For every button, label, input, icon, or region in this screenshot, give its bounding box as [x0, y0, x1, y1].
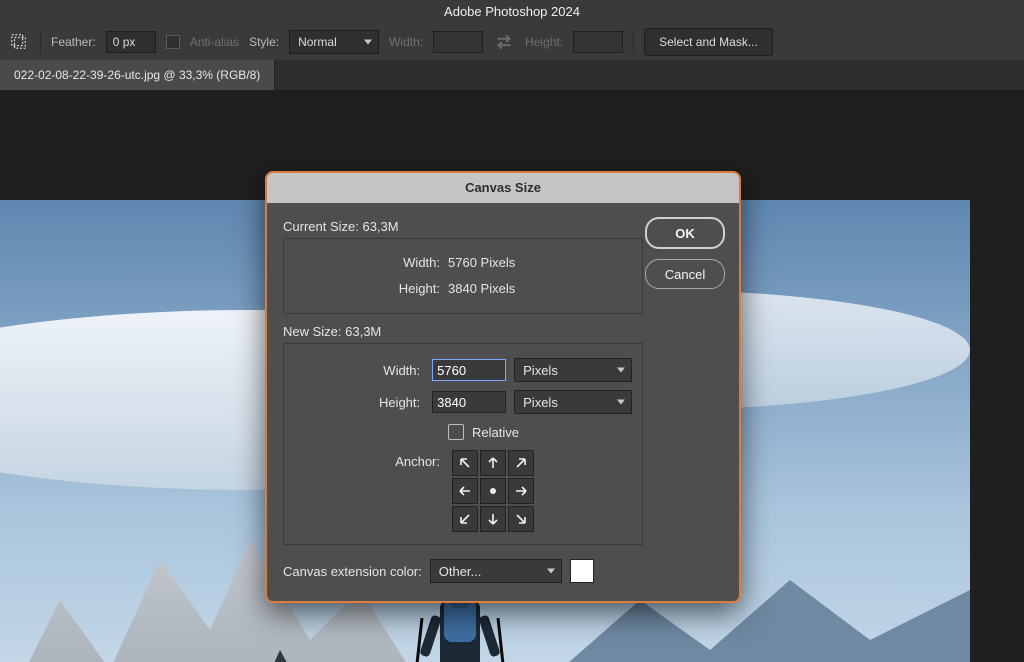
select-and-mask-label: Select and Mask... — [659, 35, 758, 49]
new-height-label: Height: — [294, 395, 424, 410]
antialias-label: Anti-alias — [190, 35, 239, 49]
anchor-nw[interactable] — [452, 450, 478, 476]
anchor-ne[interactable] — [508, 450, 534, 476]
divider — [40, 30, 41, 54]
new-size-heading: New Size: 63,3M — [283, 324, 643, 339]
current-height-label: Height: — [294, 281, 448, 296]
feather-label: Feather: — [51, 35, 96, 49]
app-title: Adobe Photoshop 2024 — [0, 0, 1024, 24]
dot-icon — [490, 488, 496, 494]
anchor-sw[interactable] — [452, 506, 478, 532]
current-size-group: Width: 5760 Pixels Height: 3840 Pixels — [283, 238, 643, 314]
cancel-button-label: Cancel — [665, 267, 705, 282]
options-bar: Feather: Anti-alias Style: Normal Width:… — [0, 24, 1024, 61]
canvas-size-dialog: Canvas Size OK Cancel Current Size: 63,3… — [265, 171, 741, 603]
style-select-value: Normal — [298, 35, 337, 49]
antialias-checkbox — [166, 35, 180, 49]
new-height-unit-value: Pixels — [523, 395, 558, 410]
relative-label: Relative — [472, 425, 519, 440]
anchor-grid — [452, 450, 534, 532]
marquee-tool-icon[interactable] — [8, 31, 30, 53]
style-label: Style: — [249, 35, 279, 49]
anchor-n[interactable] — [480, 450, 506, 476]
chevron-down-icon — [364, 40, 372, 45]
anchor-e[interactable] — [508, 478, 534, 504]
anchor-center[interactable] — [480, 478, 506, 504]
style-select[interactable]: Normal — [289, 30, 379, 54]
new-width-input[interactable] — [432, 359, 506, 381]
width-input — [433, 31, 483, 53]
extension-color-swatch[interactable] — [570, 559, 594, 583]
ok-button-label: OK — [675, 226, 695, 241]
new-height-input[interactable] — [432, 391, 506, 413]
current-width-value: 5760 Pixels — [448, 255, 515, 270]
document-tab-label: 022-02-08-22-39-26-utc.jpg @ 33,3% (RGB/… — [14, 68, 260, 82]
height-label: Height: — [525, 35, 563, 49]
new-width-unit-value: Pixels — [523, 363, 558, 378]
anchor-w[interactable] — [452, 478, 478, 504]
new-height-unit-select[interactable]: Pixels — [514, 390, 632, 414]
relative-checkbox[interactable] — [448, 424, 464, 440]
swap-dimensions-icon — [493, 31, 515, 53]
current-width-label: Width: — [294, 255, 448, 270]
chevron-down-icon — [547, 569, 555, 574]
extension-color-select[interactable]: Other... — [430, 559, 562, 583]
new-width-label: Width: — [294, 363, 424, 378]
chevron-down-icon — [617, 368, 625, 373]
new-width-unit-select[interactable]: Pixels — [514, 358, 632, 382]
height-input — [573, 31, 623, 53]
divider — [633, 30, 634, 54]
anchor-label: Anchor: — [294, 450, 444, 469]
dialog-title: Canvas Size — [267, 173, 739, 203]
new-size-group: Width: Pixels Height: Pixels — [283, 343, 643, 545]
document-tabs: 022-02-08-22-39-26-utc.jpg @ 33,3% (RGB/… — [0, 60, 1024, 90]
chevron-down-icon — [617, 400, 625, 405]
width-label: Width: — [389, 35, 423, 49]
ok-button[interactable]: OK — [645, 217, 725, 249]
select-and-mask-button[interactable]: Select and Mask... — [644, 28, 773, 56]
anchor-se[interactable] — [508, 506, 534, 532]
anchor-s[interactable] — [480, 506, 506, 532]
extension-color-value: Other... — [439, 564, 482, 579]
document-tab[interactable]: 022-02-08-22-39-26-utc.jpg @ 33,3% (RGB/… — [0, 60, 275, 90]
feather-input[interactable] — [106, 31, 156, 53]
current-height-value: 3840 Pixels — [448, 281, 515, 296]
extension-color-label: Canvas extension color: — [283, 564, 422, 579]
current-size-heading: Current Size: 63,3M — [283, 219, 643, 234]
cancel-button[interactable]: Cancel — [645, 259, 725, 289]
